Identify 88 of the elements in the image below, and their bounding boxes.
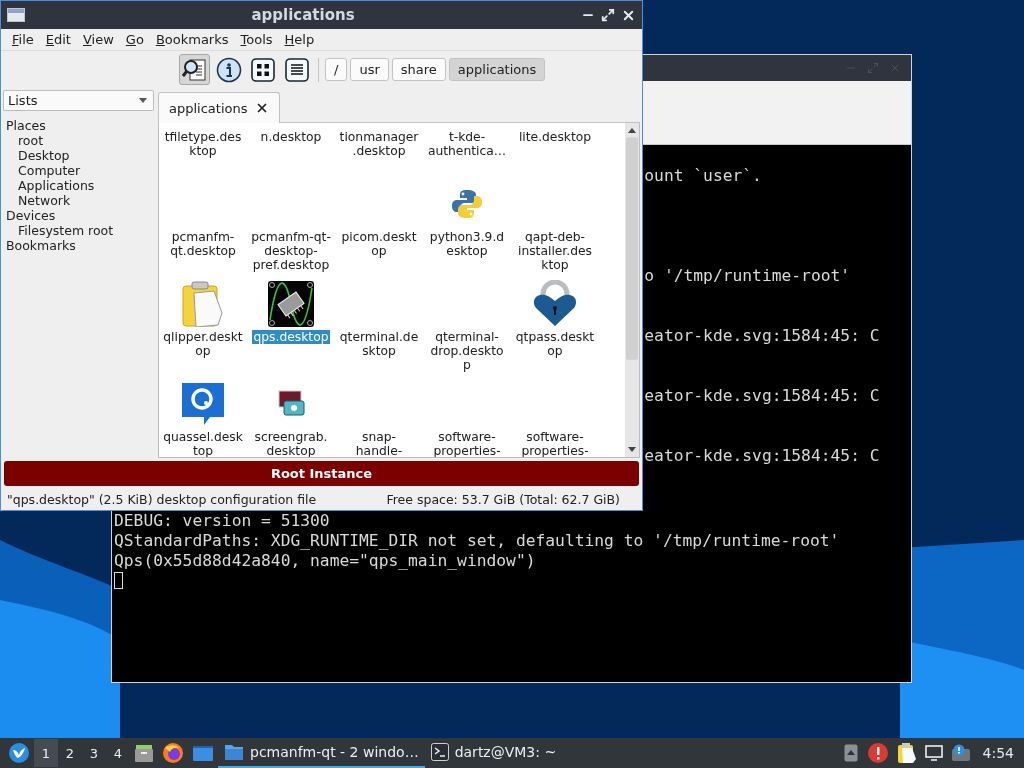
terminal-line: DEBUG: version = 51300 — [114, 511, 330, 530]
file-label[interactable]: software- properties- — [431, 430, 503, 457]
folder-icon — [224, 743, 244, 761]
file-label[interactable]: pcmanfm-qt- desktop- pref.desktop — [249, 230, 333, 272]
scrollbar[interactable] — [625, 123, 639, 457]
tab[interactable]: applications — [158, 92, 281, 123]
file-label[interactable]: screengrab. desktop — [252, 430, 330, 457]
tree-item[interactable]: root — [3, 133, 154, 148]
tree-item[interactable]: Devices — [3, 208, 154, 223]
file-label[interactable]: software- properties- — [519, 430, 591, 457]
menu-item[interactable]: Go — [119, 32, 150, 47]
terminal-line: eator-kde.svg:1584:45: C — [644, 386, 880, 405]
info-icon — [215, 56, 242, 83]
file-label[interactable]: tfiletype.des ktop — [162, 130, 244, 158]
tree-item[interactable]: Computer — [3, 163, 154, 178]
dropdown-value: Lists — [8, 93, 38, 108]
list-icon — [284, 57, 309, 82]
path-button[interactable]: usr — [350, 58, 389, 81]
alert-icon[interactable] — [866, 742, 889, 764]
file-label[interactable]: qapt-deb- installer.des ktop — [516, 230, 594, 272]
file-label[interactable]: qlipper.deskt op — [161, 330, 245, 358]
speech-bubble-icon — [180, 381, 226, 427]
file-label[interactable]: pcmanfm- qt.desktop — [168, 230, 238, 258]
terminal-line: eator-kde.svg:1584:45: C — [644, 446, 880, 465]
notification-icon[interactable] — [950, 744, 971, 762]
path-button[interactable]: share — [391, 58, 446, 81]
free-space-text: Free space: 53.7 GiB (Total: 62.7 GiB) — [386, 491, 620, 507]
window-title: applications — [250, 6, 356, 24]
clipboard-icon — [180, 281, 226, 327]
tree-item[interactable]: Applications — [3, 178, 154, 193]
file-label[interactable]: quassel.desk top — [161, 430, 245, 457]
clipboard-icon[interactable] — [896, 742, 917, 764]
terminal-line: eator-kde.svg:1584:45: C — [644, 326, 880, 345]
caret-icon — [139, 98, 147, 103]
tree-item[interactable]: Filesystem root — [3, 223, 154, 238]
desktop-switch-button[interactable]: 1 — [34, 739, 58, 767]
status-text: "qps.desktop" (2.5 KiB) desktop configuration file — [7, 491, 317, 507]
tree-item[interactable]: Places — [3, 118, 154, 133]
desktop-switch-button[interactable]: 3 — [82, 739, 106, 767]
tree-item[interactable]: Desktop — [3, 148, 154, 163]
menu-item[interactable]: Edit — [39, 32, 77, 47]
tree-item[interactable]: Network — [3, 193, 154, 208]
file-label[interactable]: python3.9.d esktop — [427, 230, 507, 258]
screenshot-icon — [276, 389, 306, 419]
terminal-line: o '/tmp/runtime-root' — [644, 266, 851, 285]
menu-item[interactable]: File — [6, 32, 40, 47]
terminal-line: QStandardPaths: XDG_RUNTIME_DIR not set, defaulting to '/tmp/runtime-root' — [114, 531, 840, 550]
menu-item[interactable]: Tools — [234, 32, 279, 47]
file-label[interactable]: n.desktop — [258, 130, 324, 144]
maximize-icon[interactable] — [601, 8, 615, 22]
terminal-cursor — [114, 572, 123, 589]
file-label[interactable]: picom.deskt op — [339, 230, 419, 258]
monitor-icon[interactable] — [924, 745, 943, 761]
file-label[interactable]: t-kde- authentica… — [425, 130, 509, 158]
desktop-switch-button[interactable]: 2 — [58, 739, 82, 767]
desktop-switch-button[interactable]: 4 — [106, 739, 130, 767]
window-icon — [7, 8, 25, 22]
file-label[interactable]: qtpass.deskt op — [513, 330, 597, 358]
file-label[interactable]: qterminal.de sktop — [337, 330, 421, 358]
menu-item[interactable]: Bookmarks — [149, 32, 235, 47]
file-label[interactable]: tionmanager .desktop — [337, 130, 421, 158]
file-label[interactable]: qps.desktop — [251, 330, 331, 344]
path-button[interactable]: applications — [448, 58, 546, 81]
terminal-icon — [430, 743, 449, 761]
cpu-chip-icon — [267, 280, 315, 328]
task-button[interactable]: dartz@VM3: ~ — [424, 738, 563, 768]
side-pane-dropdown[interactable]: Lists — [3, 90, 154, 111]
window-icon — [192, 744, 214, 762]
document-magnifier-icon — [181, 56, 208, 83]
toolbar-button[interactable] — [179, 54, 210, 85]
browser-icon — [162, 742, 184, 764]
tree-item[interactable]: Bookmarks — [3, 238, 154, 253]
heart-lock-icon — [531, 280, 579, 328]
menu-item[interactable]: View — [76, 32, 120, 47]
terminal-line: ount `user`. — [644, 166, 762, 185]
root-instance-banner: Root Instance — [4, 461, 639, 486]
menu-item[interactable]: Help — [278, 32, 321, 47]
file-label[interactable]: qterminal- drop.deskto p — [428, 330, 506, 372]
clock: 4:54 — [981, 745, 1015, 761]
path-button[interactable]: / — [325, 58, 348, 81]
grid-icon — [250, 57, 275, 82]
bird-logo-icon — [8, 742, 30, 764]
terminal-line: Qps(0x55d88d42a840, name="qps_main_window") — [114, 551, 536, 570]
file-label[interactable]: lite.desktop — [516, 130, 594, 144]
file-label[interactable]: snap- handle- — [353, 430, 405, 457]
task-button[interactable]: pcmanfm-qt - 2 windo… — [218, 738, 425, 768]
file-cabinet-icon — [134, 743, 154, 763]
snake-logo-icon — [451, 188, 483, 220]
